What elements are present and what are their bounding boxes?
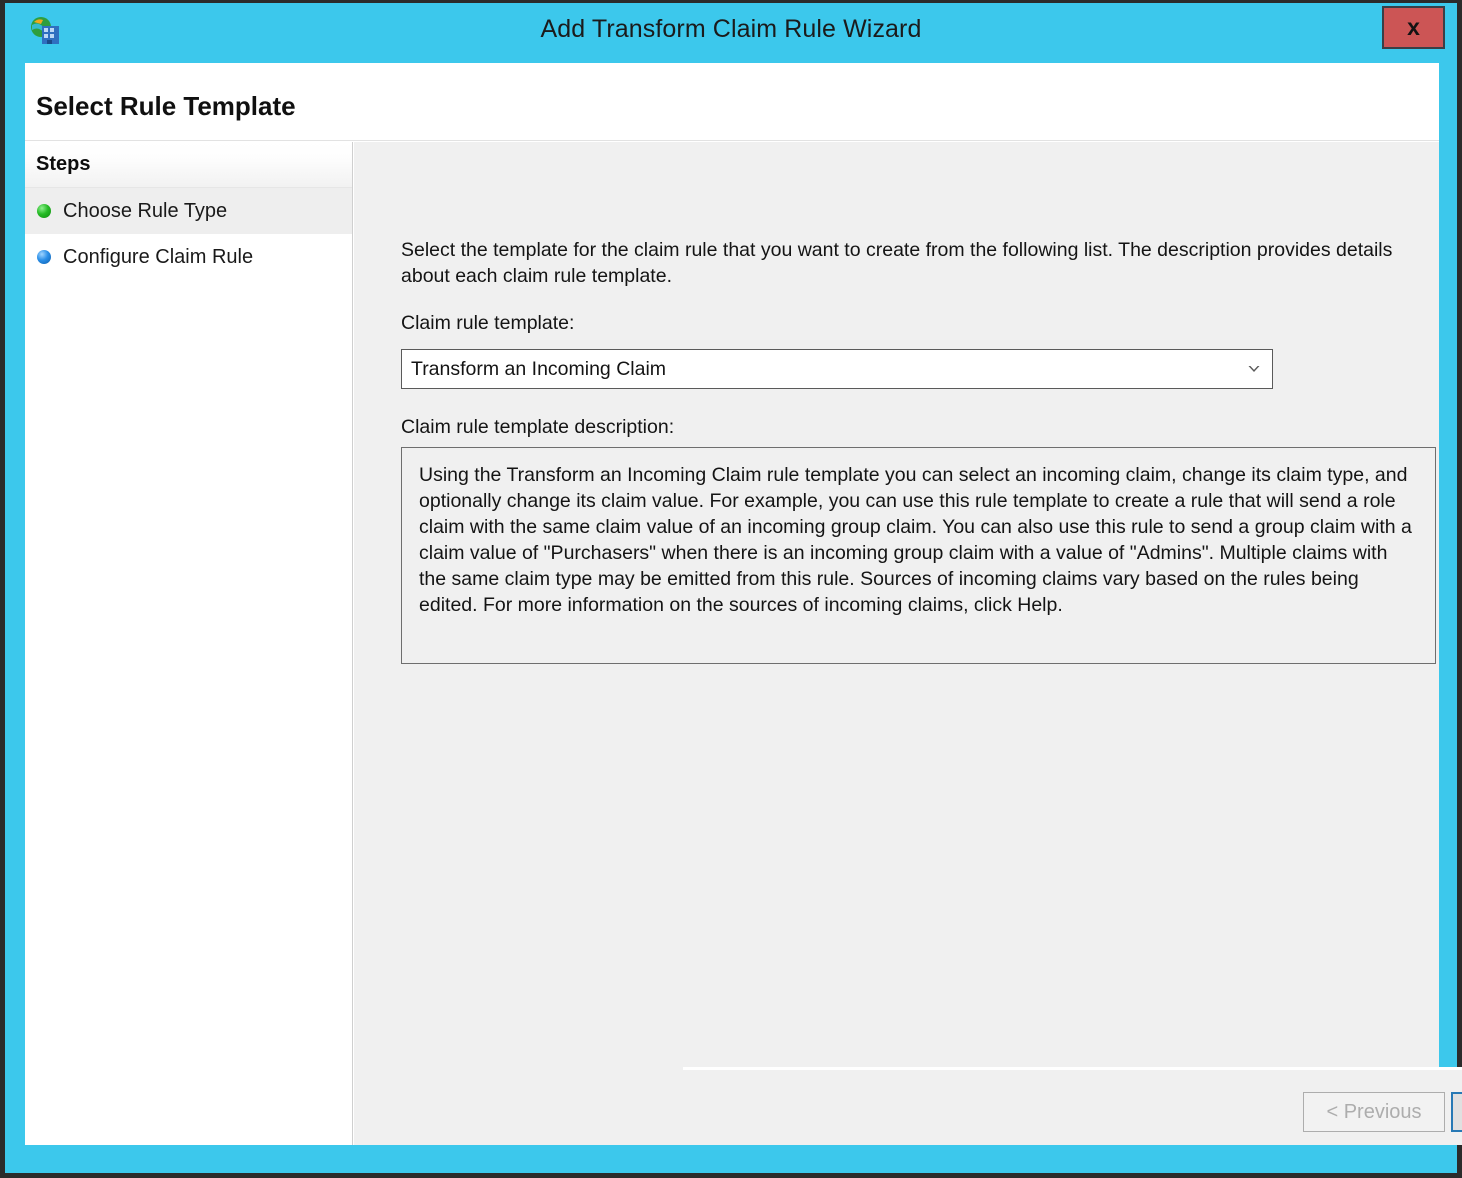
description-text: Using the Transform an Incoming Claim ru…	[419, 464, 1412, 616]
wizard-window: Add Transform Claim Rule Wizard x Select…	[4, 2, 1462, 1174]
description-box: Using the Transform an Incoming Claim ru…	[401, 447, 1436, 664]
sidebar-item-label: Configure Claim Rule	[63, 246, 254, 268]
dialog-body: Select Rule Template Steps Choose Rule T…	[25, 63, 1462, 1145]
intro-text: Select the template for the claim rule t…	[401, 239, 1393, 287]
window-title: Add Transform Claim Rule Wizard	[540, 15, 922, 43]
next-button[interactable]: Next >	[1451, 1092, 1462, 1132]
chevron-down-icon	[1246, 361, 1262, 377]
close-button[interactable]: x	[1382, 6, 1445, 49]
green-bullet-icon	[37, 204, 51, 218]
steps-header-label: Steps	[36, 153, 91, 175]
content-pane: Select the template for the claim rule t…	[354, 142, 1462, 1145]
page-header: Select Rule Template	[25, 63, 1439, 141]
steps-sidebar: Steps Choose Rule Type Configure Claim R…	[25, 142, 353, 1145]
sidebar-item-configure-claim-rule[interactable]: Configure Claim Rule	[25, 234, 352, 280]
previous-button[interactable]: < Previous	[1303, 1092, 1445, 1132]
title-bar: Add Transform Claim Rule Wizard x	[5, 3, 1457, 63]
blue-bullet-icon	[37, 250, 51, 264]
description-label: Claim rule template description:	[401, 416, 675, 438]
content-inner: Select the template for the claim rule t…	[354, 142, 1439, 1067]
sidebar-item-label: Choose Rule Type	[63, 200, 228, 222]
steps-header: Steps	[25, 142, 352, 188]
dialog-footer: < Previous Next > Cancel	[683, 1067, 1462, 1145]
claim-rule-template-select[interactable]: Transform an Incoming Claim	[401, 349, 1273, 389]
sidebar-item-choose-rule-type[interactable]: Choose Rule Type	[25, 188, 352, 234]
claim-rule-template-label: Claim rule template:	[401, 312, 575, 334]
page-title: Select Rule Template	[36, 91, 296, 121]
claim-rule-template-value: Transform an Incoming Claim	[411, 358, 667, 380]
